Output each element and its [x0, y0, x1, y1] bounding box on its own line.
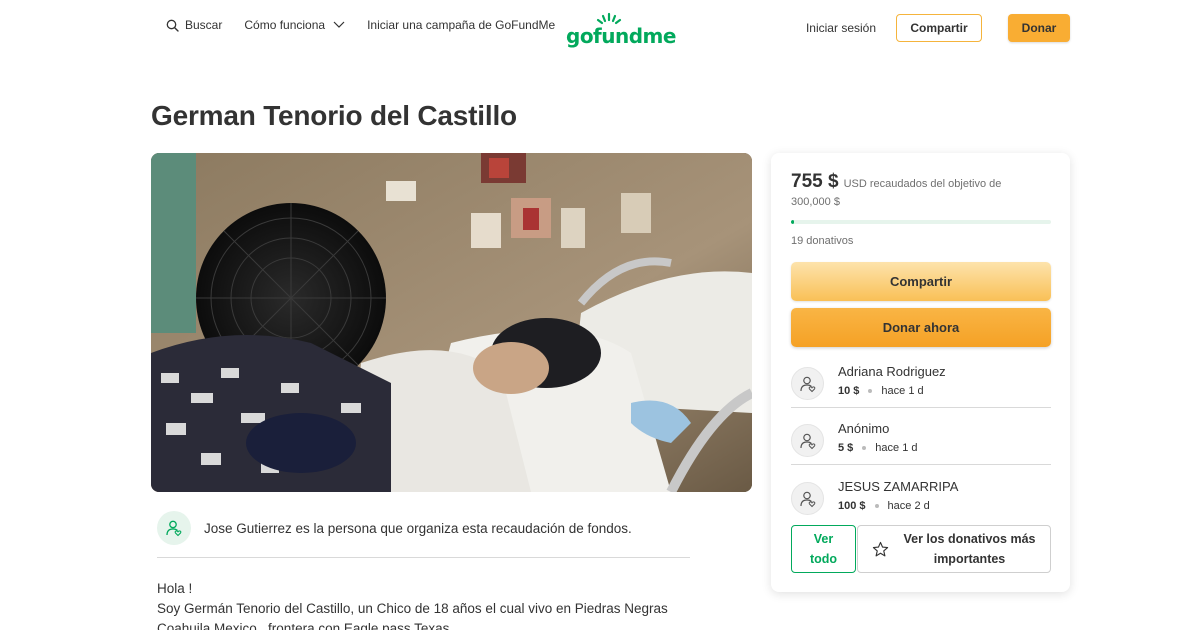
- donor-name: Anónimo: [838, 421, 890, 436]
- donate-now-button[interactable]: Donar ahora: [791, 308, 1051, 347]
- campaign-title: German Tenorio del Castillo: [151, 100, 517, 131]
- donor-meta: 100 $ hace 2 d: [838, 500, 930, 512]
- see-all-button[interactable]: Ver todo: [791, 525, 856, 573]
- top-donations-label-line1: Ver los donativos más: [903, 532, 1036, 546]
- donation-amount: 100 $: [838, 500, 866, 512]
- header-donate-button[interactable]: Donar: [1008, 14, 1070, 42]
- logo-text: gofundme: [566, 24, 676, 48]
- raised-amount: 755 $: [791, 171, 839, 192]
- raised-summary: 755 $ USD recaudados del objetivo de 300…: [791, 171, 1031, 211]
- person-heart-icon: [166, 520, 182, 537]
- signin-link[interactable]: Iniciar sesión: [806, 21, 876, 35]
- donor-avatar: [791, 424, 824, 457]
- donation-time: hace 2 d: [887, 500, 930, 512]
- nav-right: Iniciar sesión Compartir Donar: [806, 14, 1070, 42]
- donation-amount: 10 $: [838, 385, 860, 397]
- search-link[interactable]: Buscar: [166, 18, 222, 32]
- search-label: Buscar: [185, 18, 223, 32]
- see-all-label-line1: Ver: [813, 532, 834, 546]
- donation-time: hace 1 d: [875, 442, 918, 454]
- progress-bar: [791, 220, 1051, 224]
- search-icon: [166, 19, 179, 32]
- header-share-button[interactable]: Compartir: [896, 14, 982, 42]
- hospital-photo-illustration: [151, 153, 752, 492]
- story-line: Coahuila Mexico , frontera con Eagle pas…: [157, 621, 450, 630]
- site-header: Buscar Cómo funciona Iniciar una campaña…: [0, 0, 1200, 56]
- donor-avatar: [791, 367, 824, 400]
- separator-dot: [874, 504, 879, 508]
- progress-fill: [791, 220, 795, 224]
- campaign-story: Hola ! Soy Germán Tenorio del Castillo, …: [157, 579, 697, 630]
- story-line: Hola !: [157, 581, 193, 596]
- organizer-row: Jose Gutierrez es la persona que organiz…: [157, 511, 632, 545]
- person-heart-icon: [799, 433, 815, 449]
- campaign-photo[interactable]: [151, 153, 752, 492]
- donor-name: Adriana Rodriguez: [838, 364, 946, 379]
- top-donations-label-line2: importantes: [933, 552, 1006, 566]
- donor-name: JESUS ZAMARRIPA: [838, 479, 959, 494]
- how-it-works-label: Cómo funciona: [244, 18, 326, 32]
- start-campaign-label: Iniciar una campaña de GoFundMe: [367, 18, 556, 32]
- divider: [157, 557, 690, 558]
- donor-avatar: [791, 482, 824, 515]
- organizer-text: Jose Gutierrez es la persona que organiz…: [204, 520, 632, 536]
- separator-dot: [868, 389, 873, 393]
- top-donations-button[interactable]: Ver los donativos más importantes: [857, 525, 1051, 573]
- story-line: Soy Germán Tenorio del Castillo, un Chic…: [157, 601, 668, 616]
- divider: [791, 464, 1051, 465]
- organizer-avatar: [157, 511, 191, 545]
- gofundme-logo[interactable]: gofundme: [566, 12, 676, 48]
- donation-item: JESUS ZAMARRIPA 100 $ hace 2 d: [791, 474, 1051, 531]
- donation-amount: 5 $: [838, 442, 854, 454]
- separator-dot: [862, 446, 867, 450]
- divider: [791, 407, 1051, 408]
- donor-meta: 10 $ hace 1 d: [838, 385, 924, 397]
- person-heart-icon: [799, 491, 815, 507]
- how-it-works-menu[interactable]: Cómo funciona: [244, 18, 345, 32]
- donation-count: 19 donativos: [791, 235, 854, 247]
- chevron-down-icon: [333, 21, 345, 28]
- share-button[interactable]: Compartir: [791, 262, 1051, 301]
- donation-card: 755 $ USD recaudados del objetivo de 300…: [771, 153, 1070, 592]
- see-all-label-line2: todo: [809, 552, 838, 566]
- donor-meta: 5 $ hace 1 d: [838, 442, 918, 454]
- nav-left: Buscar Cómo funciona Iniciar una campaña…: [166, 18, 577, 32]
- star-icon: [872, 541, 889, 556]
- person-heart-icon: [799, 376, 815, 392]
- donation-time: hace 1 d: [881, 385, 924, 397]
- start-campaign-link[interactable]: Iniciar una campaña de GoFundMe: [367, 18, 555, 32]
